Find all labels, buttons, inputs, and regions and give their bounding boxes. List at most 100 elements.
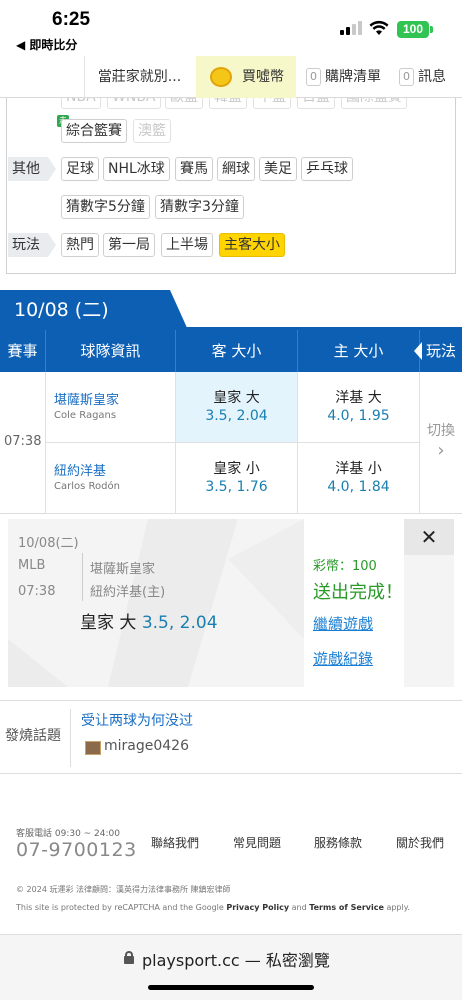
hot-topic-title[interactable]: 受让两球为何没过 — [81, 710, 193, 730]
date-tab: 10/08 (二) — [0, 290, 188, 330]
filter-guess-5min[interactable]: 猜數字5分鐘 — [61, 195, 150, 219]
play-hot[interactable]: 熱門 — [61, 233, 99, 257]
home-pitcher: Carlos Rodón — [54, 481, 120, 492]
odds-label: 皇家 大 — [213, 390, 260, 406]
filter-american-football[interactable]: 美足 — [259, 157, 297, 181]
home-team-cell: 紐約洋基 Carlos Rodón — [46, 443, 176, 514]
filter-intl-basketball[interactable]: 國際籃賽 — [341, 98, 407, 109]
hot-topic-user[interactable]: mirage0426 — [104, 738, 189, 754]
copyright: © 2024 玩運彩 法律顧問：漢英得力法律事務所 陳鎮宏律師 — [16, 885, 231, 894]
play-row-label: 玩法 — [8, 233, 56, 257]
recaptcha-notice: This site is protected by reCAPTCHA and … — [16, 903, 410, 912]
odds-value: 4.0, 1.95 — [327, 408, 390, 424]
status-bar: 6:25 ◀ 即時比分 100 — [0, 0, 462, 56]
customer-service-label: 客服電話 09:30 ~ 24:00 — [16, 829, 120, 839]
privacy-policy-link[interactable]: Privacy Policy — [226, 903, 289, 912]
header-home-ou: 主 大小 — [298, 330, 420, 372]
away-team-name[interactable]: 堪薩斯皇家 — [54, 389, 119, 408]
cart-button[interactable]: 0 購牌清單 — [306, 56, 381, 98]
odds-home-under[interactable]: 洋基 小 4.0, 1.84 — [298, 443, 420, 514]
clock: 6:25 — [52, 9, 91, 30]
message-label: 訊息 — [418, 69, 446, 85]
signal-icon — [340, 21, 362, 35]
popup-coins: 彩幣：100 — [313, 559, 377, 574]
filter-soccer[interactable]: 足球 — [61, 157, 99, 181]
date-bar: 10/08 (二) — [0, 290, 462, 330]
customer-service-phone[interactable]: 07-9700123 — [16, 839, 137, 861]
filter-nba[interactable]: NBA — [61, 98, 101, 109]
lock-icon — [124, 951, 134, 964]
recaptcha-text: This site is protected by reCAPTCHA and … — [16, 903, 227, 912]
game-record-link[interactable]: 遊戲紀錄 — [313, 648, 373, 669]
close-icon[interactable]: ✕ — [404, 519, 454, 555]
odds-away-over[interactable]: 皇家 大 3.5, 2.04 — [176, 372, 298, 443]
buy-coins-label: 買噓幣 — [242, 69, 284, 85]
header-event: 賽事 — [0, 330, 46, 372]
switch-label: 切換 — [427, 423, 455, 439]
play-over-under[interactable]: 主客大小 — [219, 233, 285, 257]
table-header: 賽事 球隊資訊 客 大小 主 大小 玩法 — [0, 330, 462, 372]
terms-of-service-link[interactable]: Terms of Service — [309, 903, 384, 912]
back-to-app-link[interactable]: ◀ 即時比分 — [16, 36, 77, 53]
header-play[interactable]: 玩法 — [420, 330, 462, 372]
play-first-inning[interactable]: 第一局 — [103, 233, 155, 257]
filter-korea-basketball[interactable]: 韓籃 — [209, 98, 247, 109]
filter-combined-basketball[interactable]: 綜合籃賽 — [61, 119, 127, 143]
hot-topic-label: 發燒話題 — [5, 728, 61, 744]
popup-done-message: 送出完成！ — [313, 582, 403, 603]
popup-home-team: 紐約洋基(主) — [90, 585, 166, 600]
game-row: 07:38 堪薩斯皇家 Cole Ragans 紐約洋基 Carlos Rodó… — [0, 372, 462, 514]
filter-japan-basketball[interactable]: 日籃 — [297, 98, 335, 109]
buy-coins-button[interactable]: 買噓幣 — [196, 56, 296, 98]
header-teams: 球隊資訊 — [46, 330, 176, 372]
footer-faq-link[interactable]: 常見問題 — [233, 834, 281, 851]
recaptcha-and: and — [289, 903, 310, 912]
bet-result-popup: 10/08(二) MLB 07:38 堪薩斯皇家 紐約洋基(主) 皇家 大 3.… — [8, 519, 454, 687]
continue-game-link[interactable]: 繼續遊戲 — [313, 613, 373, 634]
event-cell: 07:38 — [0, 372, 46, 514]
popup-bet-name: 皇家 大 — [80, 613, 137, 633]
filter-china-basketball[interactable]: 中籃 — [253, 98, 291, 109]
coin-icon — [210, 67, 232, 87]
other-row-label: 其他 — [8, 157, 56, 181]
popup-bet: 皇家 大 3.5, 2.04 — [80, 608, 218, 633]
hot-topic: 發燒話題 受让两球为何没过 mirage0426 — [0, 700, 462, 774]
sport-filter-panel: NBA WNBA 歐籃 韓籃 中籃 日籃 國際籃賽 走 綜合籃賽 澳籃 其他 足… — [6, 98, 456, 274]
footer-terms-link[interactable]: 服務條款 — [314, 834, 362, 851]
odds-value: 3.5, 1.76 — [205, 479, 268, 495]
hot-topic-divider — [70, 709, 71, 767]
cart-count-badge: 0 — [306, 68, 321, 86]
popup-actions: 彩幣：100 送出完成！ 繼續遊戲 遊戲紀錄 — [304, 519, 404, 687]
home-indicator[interactable] — [148, 985, 314, 990]
message-button[interactable]: 0 訊息 — [399, 56, 446, 98]
filter-tennis[interactable]: 網球 — [217, 157, 255, 181]
play-first-half[interactable]: 上半場 — [161, 233, 213, 257]
odds-label: 皇家 小 — [213, 461, 260, 477]
filter-table-tennis[interactable]: 乒乓球 — [301, 157, 353, 181]
battery-icon: 100 — [397, 21, 433, 38]
game-time: 07:38 — [4, 434, 42, 449]
odds-away-under[interactable]: 皇家 小 3.5, 1.76 — [176, 443, 298, 514]
footer-contact-link[interactable]: 聯絡我們 — [151, 834, 199, 851]
odds-value: 3.5, 2.04 — [205, 408, 268, 424]
chevron-left-icon — [414, 342, 422, 360]
footer-about-link[interactable]: 關於我們 — [396, 834, 444, 851]
odds-home-over[interactable]: 洋基 大 4.0, 1.95 — [298, 372, 420, 443]
avatar — [85, 741, 101, 755]
switch-play-button[interactable]: 切換 › — [420, 372, 462, 514]
popup-time: 07:38 — [18, 584, 56, 599]
popup-date: 10/08(二) — [18, 536, 79, 551]
filter-nhl[interactable]: NHL冰球 — [103, 157, 170, 181]
browser-url-bar[interactable]: playsport.cc — 私密瀏覽 — [0, 934, 462, 1000]
odds-label: 洋基 小 — [335, 461, 382, 477]
filter-australia-basketball[interactable]: 澳籃 — [133, 119, 171, 143]
top-nav: 當莊家就別... 買噓幣 0 購牌清單 0 訊息 — [0, 56, 462, 98]
nav-banker[interactable]: 當莊家就別... — [84, 56, 194, 98]
odds-value: 4.0, 1.84 — [327, 479, 390, 495]
filter-wnba[interactable]: WNBA — [107, 98, 161, 109]
home-team-name[interactable]: 紐約洋基 — [54, 460, 106, 479]
filter-horse-racing[interactable]: 賽馬 — [175, 157, 213, 181]
filter-euro-basketball[interactable]: 歐籃 — [165, 98, 203, 109]
url-text: playsport.cc — 私密瀏覽 — [142, 951, 330, 970]
filter-guess-3min[interactable]: 猜數字3分鐘 — [155, 195, 244, 219]
